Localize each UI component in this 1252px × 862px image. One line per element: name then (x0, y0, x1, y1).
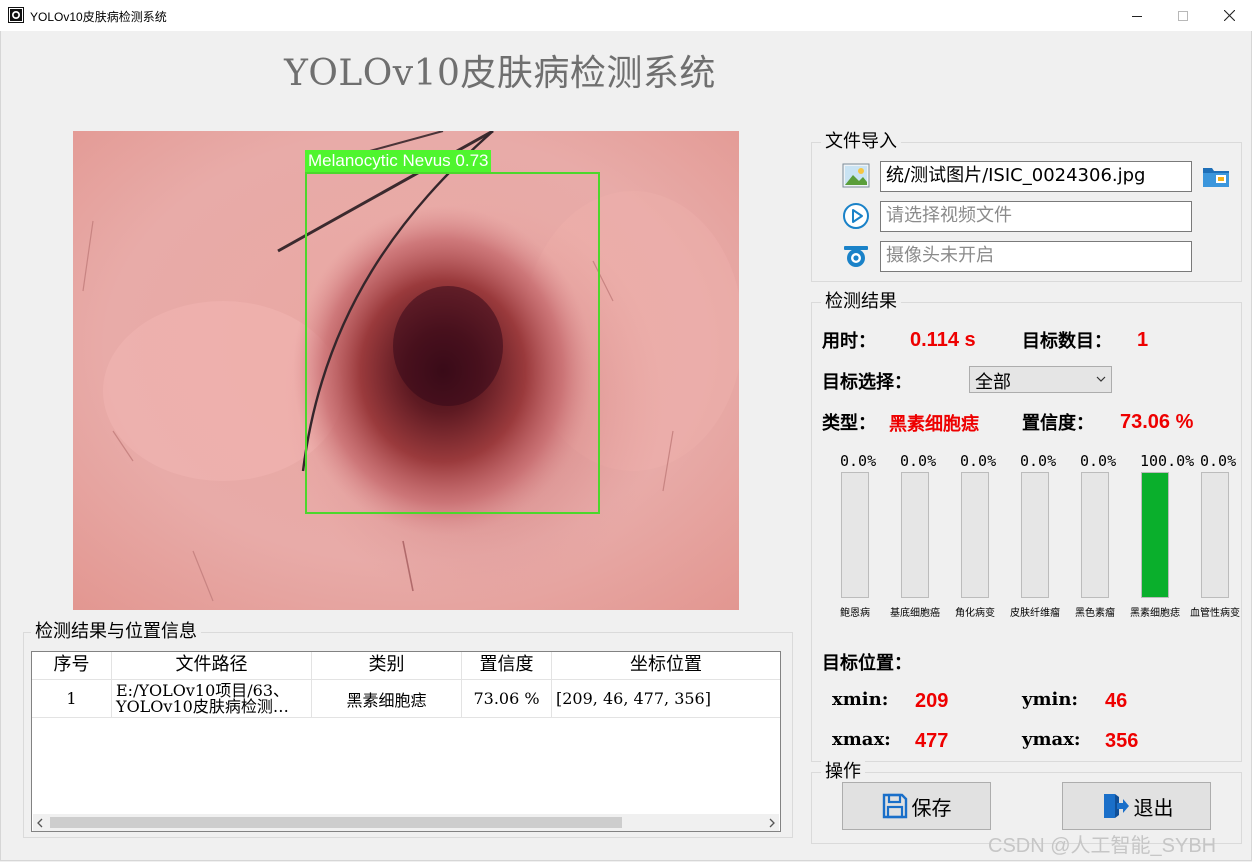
bar-class-name: 角化病变 (955, 608, 995, 619)
bar-class-name: 皮肤纤维瘤 (1010, 608, 1060, 619)
cell-path-line2: YOLOv10皮肤病检测… (116, 696, 289, 716)
cell-category: 黑素细胞痣 (312, 680, 462, 718)
bar-track (841, 472, 869, 598)
target-select-label: 目标选择： (822, 372, 912, 393)
scrollbar-thumb[interactable] (50, 817, 622, 828)
bar-class-name: 鲍恩病 (840, 608, 870, 619)
minimize-button[interactable] (1114, 0, 1160, 31)
confidence-label: 置信度： (1022, 413, 1094, 434)
close-button[interactable] (1206, 0, 1252, 31)
results-table[interactable]: 序号 文件路径 类别 置信度 坐标位置 1 E:/YOLOv10项目/63、 Y… (31, 651, 781, 832)
bar-class-name: 基底细胞癌 (890, 608, 940, 619)
xmax-label: xmax: (832, 729, 891, 750)
time-label: 用时： (822, 331, 876, 352)
type-value: 黑素细胞痣 (889, 414, 979, 435)
xmin-label: xmin: (832, 689, 889, 710)
type-label: 类型： (822, 413, 876, 434)
camera-status-field[interactable]: 摄像头未开启 (880, 241, 1192, 272)
window-title: YOLOv10皮肤病检测系统 (30, 10, 167, 24)
bar-track (901, 472, 929, 598)
exit-button[interactable]: 退出 (1062, 782, 1211, 830)
class-probability-bars: 0.0% 鲍恩病 0.0% 基底细胞癌 0.0% 角化病变 0.0% 皮肤纤维瘤 0.0% 黑色素… (815, 450, 1240, 625)
bar-percent: 0.0% (1020, 452, 1057, 470)
title-bar (0, 0, 1252, 31)
table-header-path[interactable]: 文件路径 (112, 652, 312, 680)
bar-class-name: 黑素细胞痣 (1130, 608, 1180, 619)
ymax-value: 356 (1105, 730, 1139, 752)
bar-track (961, 472, 989, 598)
bar-track (1081, 472, 1109, 598)
bar-percent: 0.0% (960, 452, 997, 470)
cell-coords: [209, 46, 477, 356] (552, 680, 780, 718)
bar-class-name: 血管性病变 (1190, 608, 1240, 619)
exit-button-label: 退出 (1133, 795, 1174, 820)
image-icon[interactable] (842, 162, 870, 190)
operations-title: 操作 (821, 761, 865, 783)
play-icon[interactable] (842, 202, 870, 230)
scroll-right-icon[interactable] (768, 818, 776, 828)
bar-track (1201, 472, 1229, 598)
bar-track (1141, 472, 1169, 598)
minimize-icon (1132, 15, 1142, 17)
xmin-value: 209 (915, 690, 949, 712)
xmax-value: 477 (915, 730, 949, 752)
bar-percent: 0.0% (900, 452, 937, 470)
bar-fill (1142, 473, 1168, 597)
detection-bounding-box (305, 172, 600, 514)
ymin-label: ymin: (1022, 689, 1079, 710)
bar-class-name: 黑色素瘤 (1075, 608, 1115, 619)
folder-icon[interactable] (1201, 162, 1231, 190)
save-button[interactable]: 保存 (842, 782, 991, 830)
watermark: CSDN @人工智能_SYBH (988, 835, 1217, 857)
scroll-left-icon[interactable] (36, 818, 44, 828)
image-path-field[interactable]: 统/测试图片/ISIC_0024306.jpg (880, 161, 1192, 192)
app-icon (8, 7, 24, 23)
video-path-field[interactable]: 请选择视频文件 (880, 201, 1192, 232)
table-header-category[interactable]: 类别 (312, 652, 462, 680)
ymax-label: ymax: (1022, 729, 1081, 750)
table-row[interactable]: 1 E:/YOLOv10项目/63、 YOLOv10皮肤病检测… 黑素细胞痣 7… (32, 680, 780, 718)
bar-percent: 0.0% (840, 452, 877, 470)
confidence-value: 73.06 % (1120, 411, 1194, 433)
file-import-title: 文件导入 (821, 131, 901, 153)
cell-confidence: 73.06 % (462, 680, 552, 718)
table-header-coords[interactable]: 坐标位置 (552, 652, 780, 680)
bar-percent: 0.0% (1200, 452, 1237, 470)
ymin-value: 46 (1105, 690, 1128, 712)
save-button-label: 保存 (911, 795, 952, 820)
results-table-title: 检测结果与位置信息 (31, 621, 201, 643)
chevron-down-icon (1096, 376, 1106, 382)
camera-icon[interactable] (842, 242, 870, 270)
table-header-confidence[interactable]: 置信度 (462, 652, 552, 680)
detection-results-title: 检测结果 (821, 291, 901, 313)
time-value: 0.114 s (910, 329, 976, 351)
page-title: YOLOv10皮肤病检测系统 (284, 53, 716, 94)
close-icon (1223, 10, 1235, 21)
detection-image: Melanocytic Nevus 0.73 (73, 131, 739, 610)
target-select-dropdown[interactable]: 全部 (969, 366, 1112, 393)
target-select-value: 全部 (975, 372, 1011, 393)
cell-index: 1 (32, 680, 112, 718)
horizontal-scrollbar[interactable] (33, 814, 779, 831)
bar-track (1021, 472, 1049, 598)
exit-icon (1103, 794, 1129, 818)
maximize-button[interactable] (1160, 0, 1206, 31)
bar-percent: 100.0% (1140, 452, 1195, 470)
target-position-label: 目标位置： (822, 653, 912, 674)
detection-label: Melanocytic Nevus 0.73 (305, 150, 492, 172)
cell-path: E:/YOLOv10项目/63、 YOLOv10皮肤病检测… (112, 680, 312, 718)
bar-percent: 0.0% (1080, 452, 1117, 470)
table-header-index[interactable]: 序号 (32, 652, 112, 680)
target-count-label: 目标数目： (1022, 331, 1112, 352)
maximize-icon (1178, 10, 1188, 21)
save-icon (882, 793, 907, 819)
target-count-value: 1 (1137, 329, 1149, 351)
